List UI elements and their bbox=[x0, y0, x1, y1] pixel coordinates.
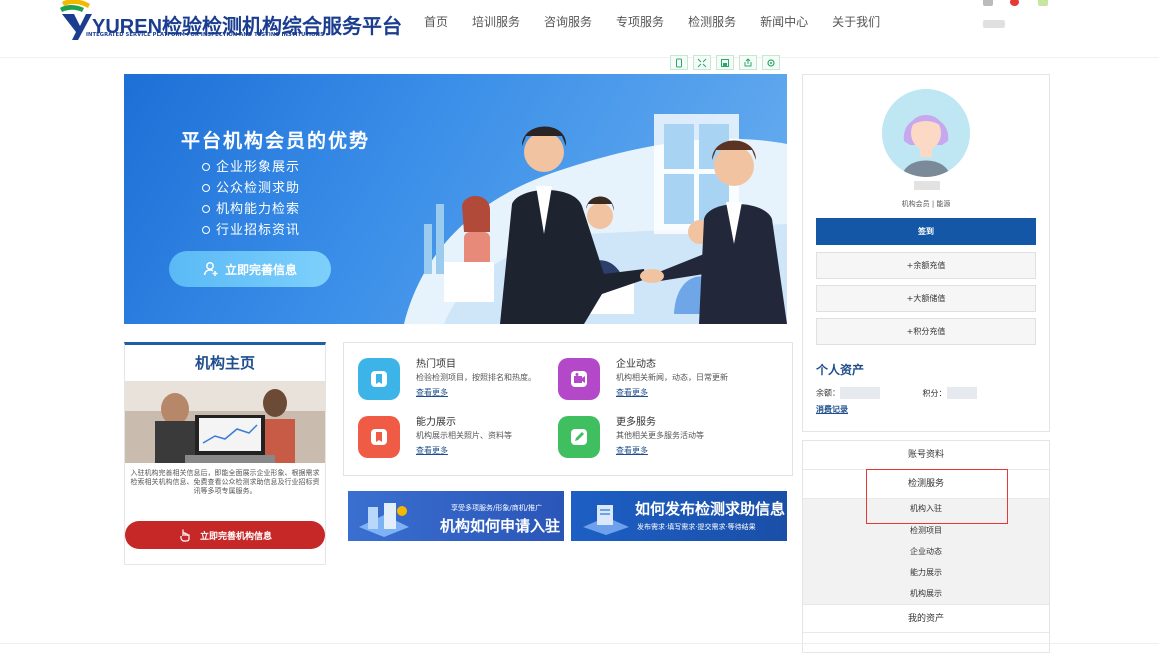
benefit-item: 机构能力检索 bbox=[202, 199, 300, 220]
business-handshake-illustration bbox=[444, 126, 787, 324]
menu-org-display[interactable]: 机构展示 bbox=[803, 583, 1049, 604]
org-homepage-description: 入驻机构完善相关信息后，即能全面展示企业形象、根据需求检索相关机构信息、免费查看… bbox=[130, 469, 320, 495]
nav-consulting[interactable]: 咨询服务 bbox=[532, 12, 604, 32]
menu-company-news[interactable]: 企业动态 bbox=[803, 541, 1049, 562]
org-homepage-card: 机构主页 入驻机构完善相关信息后，即能全面展示企业形象、根据需求检索相关机构信息… bbox=[124, 342, 326, 565]
view-more-link[interactable]: 查看更多 bbox=[416, 445, 448, 456]
service-description: 其他相关更多服务活动等 bbox=[616, 431, 704, 440]
assets-summary: 余额： 积分： bbox=[816, 387, 1036, 399]
benefit-item: 企业形象展示 bbox=[202, 157, 300, 178]
services-panel: 热门项目 检验检测项目，按照排名和热度。 查看更多 企业动态 机构相关新闻，动态… bbox=[343, 342, 793, 476]
hero-banner: 平台机构会员的优势 企业形象展示 公众检测求助 机构能力检索 行业招标资讯 立即… bbox=[124, 74, 787, 324]
edit-icon bbox=[558, 416, 600, 458]
view-more-link[interactable]: 查看更多 bbox=[616, 445, 648, 456]
menu-capability-display[interactable]: 能力展示 bbox=[803, 562, 1049, 583]
points-label: 积分： bbox=[922, 388, 947, 398]
menu-account-info[interactable]: 账号资料 bbox=[803, 441, 1049, 470]
banner-toolbar bbox=[670, 55, 780, 70]
service-name: 更多服务 bbox=[616, 417, 656, 428]
banner-benefits-list: 企业形象展示 公众检测求助 机构能力检索 行业招标资讯 bbox=[202, 157, 300, 241]
avatar[interactable] bbox=[882, 89, 970, 177]
document-illustration bbox=[583, 505, 629, 535]
red-highlight-box bbox=[866, 469, 1008, 524]
add-user-icon bbox=[203, 262, 218, 276]
large-deposit-button[interactable]: +大额储值 bbox=[816, 285, 1036, 312]
nav-special[interactable]: 专项服务 bbox=[604, 12, 676, 32]
service-description: 检验检测项目，按照排名和热度。 bbox=[416, 373, 536, 382]
server-illustration bbox=[359, 503, 409, 537]
nav-home[interactable]: 首页 bbox=[412, 12, 460, 32]
benefit-item: 行业招标资讯 bbox=[202, 220, 300, 241]
service-description: 机构相关新闻，动态，日常更新 bbox=[616, 373, 728, 382]
service-name: 热门项目 bbox=[416, 359, 456, 370]
view-more-link[interactable]: 查看更多 bbox=[416, 387, 448, 398]
header-icons bbox=[980, 0, 1060, 10]
profile-card: 机构会员 | 能源 签到 +余额充值 +大额储值 +积分充值 个人资产 余额： … bbox=[802, 74, 1050, 432]
promo-apply-title: 机构如何申请入驻 bbox=[440, 517, 561, 535]
benefit-item: 公众检测求助 bbox=[202, 178, 300, 199]
header: YUREN检验检测机构综合服务平台 INTEGRATED SERVICE PLA… bbox=[0, 0, 1159, 58]
nav-training[interactable]: 培训服务 bbox=[460, 12, 532, 32]
office-photo bbox=[125, 381, 325, 463]
video-icon bbox=[558, 358, 600, 400]
balance-recharge-button[interactable]: +余额充值 bbox=[816, 252, 1036, 279]
service-capability-display[interactable]: 能力展示 机构展示相关照片、资料等 查看更多 bbox=[344, 413, 544, 463]
balance-value-blurred bbox=[840, 387, 880, 399]
hand-pointer-icon bbox=[180, 529, 190, 542]
complete-org-info-label: 立即完善机构信息 bbox=[199, 531, 272, 542]
view-more-link[interactable]: 查看更多 bbox=[616, 387, 648, 398]
promo-publish-banner[interactable]: 如何发布检测求助信息 发布需求·填写需求·提交需求·等待结果 bbox=[571, 491, 787, 541]
banner-title: 平台机构会员的优势 bbox=[181, 130, 371, 152]
mobile-icon[interactable] bbox=[670, 55, 688, 70]
save-icon[interactable] bbox=[716, 55, 734, 70]
complete-info-label: 立即完善信息 bbox=[224, 262, 297, 277]
personal-assets-title: 个人资产 bbox=[816, 363, 865, 377]
complete-org-info-button[interactable]: 立即完善机构信息 bbox=[125, 521, 325, 549]
complete-info-button[interactable]: 立即完善信息 bbox=[169, 251, 331, 287]
nav-testing[interactable]: 检测服务 bbox=[676, 12, 748, 32]
site-logo[interactable]: YUREN检验检测机构综合服务平台 INTEGRATED SERVICE PLA… bbox=[58, 0, 402, 44]
service-company-news[interactable]: 企业动态 机构相关新闻，动态，日常更新 查看更多 bbox=[544, 355, 744, 405]
promo-apply-banner[interactable]: 享受多项服务/形象/商机/推广 机构如何申请入驻 bbox=[348, 491, 564, 541]
promo-publish-title: 如何发布检测求助信息 bbox=[635, 500, 786, 518]
fullscreen-icon[interactable] bbox=[693, 55, 711, 70]
service-hot-projects[interactable]: 热门项目 检验检测项目，按照排名和热度。 查看更多 bbox=[344, 355, 544, 405]
consumption-record-link[interactable]: 消费记录 bbox=[816, 404, 848, 415]
points-recharge-button[interactable]: +积分充值 bbox=[816, 318, 1036, 345]
book-icon bbox=[358, 358, 400, 400]
points-value-blurred bbox=[946, 387, 977, 399]
wechat-icon[interactable] bbox=[1038, 0, 1048, 6]
main-nav: 首页 培训服务 咨询服务 专项服务 检测服务 新闻中心 关于我们 bbox=[412, 12, 892, 32]
footer-divider bbox=[0, 643, 1159, 644]
nav-about[interactable]: 关于我们 bbox=[820, 12, 892, 32]
service-name: 企业动态 bbox=[616, 359, 656, 370]
service-name: 能力展示 bbox=[416, 417, 456, 428]
sign-in-button[interactable]: 签到 bbox=[816, 218, 1036, 245]
message-icon[interactable] bbox=[983, 0, 993, 6]
share-icon[interactable] bbox=[739, 55, 757, 70]
menu-my-assets[interactable]: 我的资产 bbox=[803, 604, 1049, 633]
logo-subtitle: INTEGRATED SERVICE PLATFORM FOR INSPECTI… bbox=[86, 32, 324, 38]
service-more-services[interactable]: 更多服务 其他相关更多服务活动等 查看更多 bbox=[544, 413, 744, 463]
settings-icon[interactable] bbox=[762, 55, 780, 70]
member-role: 机构会员 | 能源 bbox=[901, 200, 951, 208]
promo-apply-tagline: 享受多项服务/形象/商机/推广 bbox=[451, 504, 543, 512]
user-name-blurred[interactable] bbox=[983, 20, 1005, 28]
balance-label: 余额： bbox=[816, 388, 840, 398]
nav-news[interactable]: 新闻中心 bbox=[748, 12, 820, 32]
weibo-icon[interactable] bbox=[1010, 0, 1019, 6]
book-icon bbox=[358, 416, 400, 458]
promo-publish-steps: 发布需求·填写需求·提交需求·等待结果 bbox=[637, 523, 756, 531]
org-homepage-title: 机构主页 bbox=[194, 354, 255, 372]
username-blurred bbox=[914, 181, 940, 190]
service-description: 机构展示相关照片、资料等 bbox=[416, 431, 512, 440]
